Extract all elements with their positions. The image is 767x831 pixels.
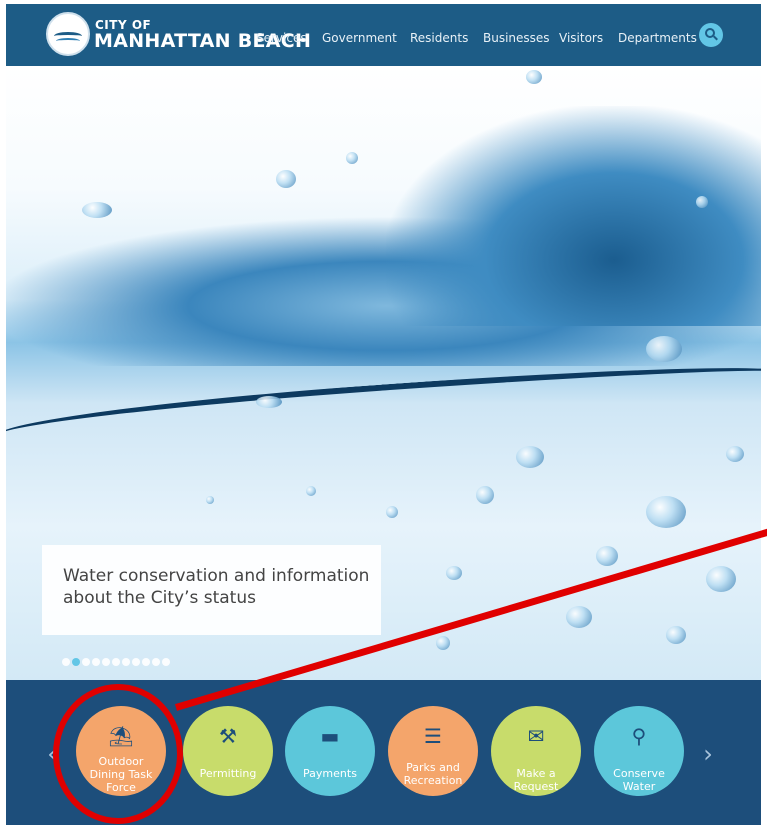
slide-dot[interactable] <box>82 658 90 666</box>
clipboard-icon: ☰ <box>424 724 442 748</box>
seal-wave-2 <box>56 38 80 44</box>
slide-dot[interactable] <box>142 658 150 666</box>
bubble <box>666 626 686 644</box>
bubble <box>476 486 494 504</box>
slide-dot[interactable] <box>92 658 100 666</box>
bubble <box>646 336 682 362</box>
quick-link-label: Payments <box>303 767 357 780</box>
hero-waterline <box>6 356 761 452</box>
slide-dot[interactable] <box>102 658 110 666</box>
bubble <box>276 170 296 188</box>
bubble <box>566 606 592 628</box>
bubble <box>446 566 462 580</box>
site-header: CITY OF MANHATTAN BEACH Services Governm… <box>6 4 761 66</box>
quick-link-5[interactable]: ⚲ Conserve Water <box>594 706 684 796</box>
bubble <box>706 566 736 592</box>
nav-government[interactable]: Government <box>322 31 397 45</box>
quick-link-3[interactable]: ☰ Parks and Recreation <box>388 706 478 796</box>
nav-businesses[interactable]: Businesses <box>483 31 550 45</box>
quick-link-4[interactable]: ✉ Make a Request <box>491 706 581 796</box>
bubble <box>646 496 686 528</box>
hero-caption[interactable]: Water conservation and information about… <box>63 565 373 609</box>
bubble <box>596 546 618 566</box>
hero-slideshow: Water conservation and information about… <box>6 66 761 680</box>
bubble <box>346 152 358 164</box>
search-button[interactable] <box>699 23 723 47</box>
slide-dot[interactable] <box>162 658 170 666</box>
bubble <box>696 196 708 208</box>
bubble <box>386 506 398 518</box>
quick-link-label: Make a Request <box>513 767 559 793</box>
bubble <box>82 202 112 218</box>
quick-link-label: Conserve Water <box>613 767 665 793</box>
carousel-next-arrow[interactable]: › <box>698 742 718 766</box>
quick-link-label: Parks and Recreation <box>403 761 463 787</box>
nav-residents[interactable]: Residents <box>410 31 468 45</box>
bubble <box>256 396 282 408</box>
hero-water-splash <box>386 106 761 326</box>
quick-link-1[interactable]: ⚒ Permitting <box>183 706 273 796</box>
hero-caption-box[interactable]: Water conservation and information about… <box>42 545 381 635</box>
annotation-highlight-circle <box>53 684 183 824</box>
water-faucet-icon: ⚲ <box>631 724 647 748</box>
bubble <box>726 446 744 462</box>
credit-card-icon: ▬ <box>320 724 340 748</box>
request-form-icon: ✉ <box>527 724 545 748</box>
stamp-icon: ⚒ <box>219 724 237 748</box>
city-seal-logo[interactable] <box>46 12 90 56</box>
bubble <box>306 486 316 496</box>
bubble <box>526 70 542 84</box>
search-icon-handle <box>713 35 718 41</box>
slide-dot[interactable] <box>62 658 70 666</box>
quick-link-label: Permitting <box>199 767 257 780</box>
nav-departments[interactable]: Departments <box>618 31 697 45</box>
slide-dot[interactable] <box>152 658 160 666</box>
slide-indicators <box>62 653 172 666</box>
bubble <box>436 636 450 650</box>
bubble <box>516 446 544 468</box>
bubble <box>206 496 214 504</box>
slide-dot[interactable] <box>72 658 80 666</box>
nav-visitors[interactable]: Visitors <box>559 31 603 45</box>
slide-dot[interactable] <box>132 658 140 666</box>
slide-dot[interactable] <box>112 658 120 666</box>
nav-services[interactable]: Services <box>256 31 307 45</box>
slide-dot[interactable] <box>122 658 130 666</box>
quick-link-2[interactable]: ▬ Payments <box>285 706 375 796</box>
